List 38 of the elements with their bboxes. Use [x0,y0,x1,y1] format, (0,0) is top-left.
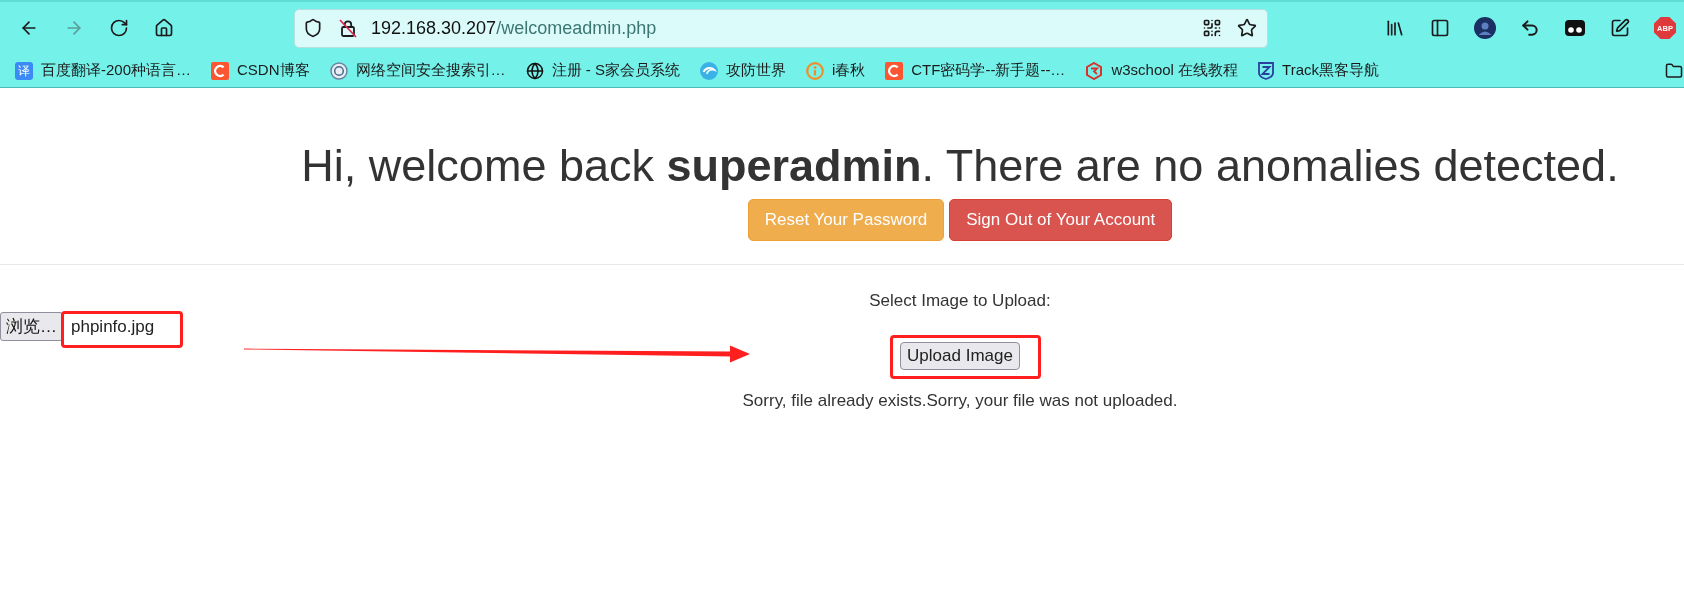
bookmark-link[interactable]: w3school 在线教程 [1085,61,1239,80]
square-pen-icon [1610,18,1630,38]
bookmark-link[interactable]: 注册 - S家会员系统 [525,61,680,80]
qr-code-icon[interactable] [1202,18,1222,38]
star-icon[interactable] [1237,18,1257,38]
folder-icon [1665,61,1683,80]
hexagon-logo-icon [1085,61,1104,80]
circle-logo-icon [329,61,348,80]
welcome-heading: Hi, welcome back superadmin. There are no anomalies detected. [301,141,1619,191]
bookmark-link[interactable]: CTF密码学--新手题--… [885,61,1066,80]
bookmark-link[interactable]: CSDN博客 [211,61,310,80]
c-tile-icon [211,61,230,80]
upload-button[interactable]: Upload Image [900,342,1020,370]
c-tile-icon [885,61,904,80]
logo-tile: 译 [15,61,33,80]
sidebar-icon [1430,18,1450,38]
ring-logo-icon [805,61,824,80]
file-name: phpinfo.jpg [71,316,155,337]
bookmark-link[interactable]: 攻防世界 [699,61,786,80]
url-text: 192.168.30.207/welcomeadmin.php [371,17,657,39]
mask-icon [1565,20,1585,36]
upload-label: Select Image to Upload: [869,291,1051,311]
globe-icon [525,61,544,80]
sign-out-button[interactable]: Sign Out of Your Account [949,199,1173,241]
shield-logo-icon [1258,61,1275,80]
swirl-logo-icon [699,61,718,80]
address-bar[interactable]: 192.168.30.207/welcomeadmin.php [294,8,1268,48]
library-icon [1385,18,1405,38]
undo-arrow-icon [1520,18,1540,38]
crossed-lock-icon [338,18,358,38]
bookmark-link[interactable]: Track黑客导航 [1258,61,1380,80]
avatar-icon [1474,17,1496,39]
browse-button[interactable]: 浏览… [0,312,63,341]
shield-icon [303,18,323,38]
bookmark-link[interactable]: 网络空间安全搜索引… [329,61,506,80]
bookmark-link[interactable]: 译 百度翻译-200种语言… [15,61,192,80]
status-message: Sorry, file already exists.Sorry, your file was not uploaded. [742,391,1178,411]
bookmark-link[interactable]: i春秋 [805,61,866,80]
